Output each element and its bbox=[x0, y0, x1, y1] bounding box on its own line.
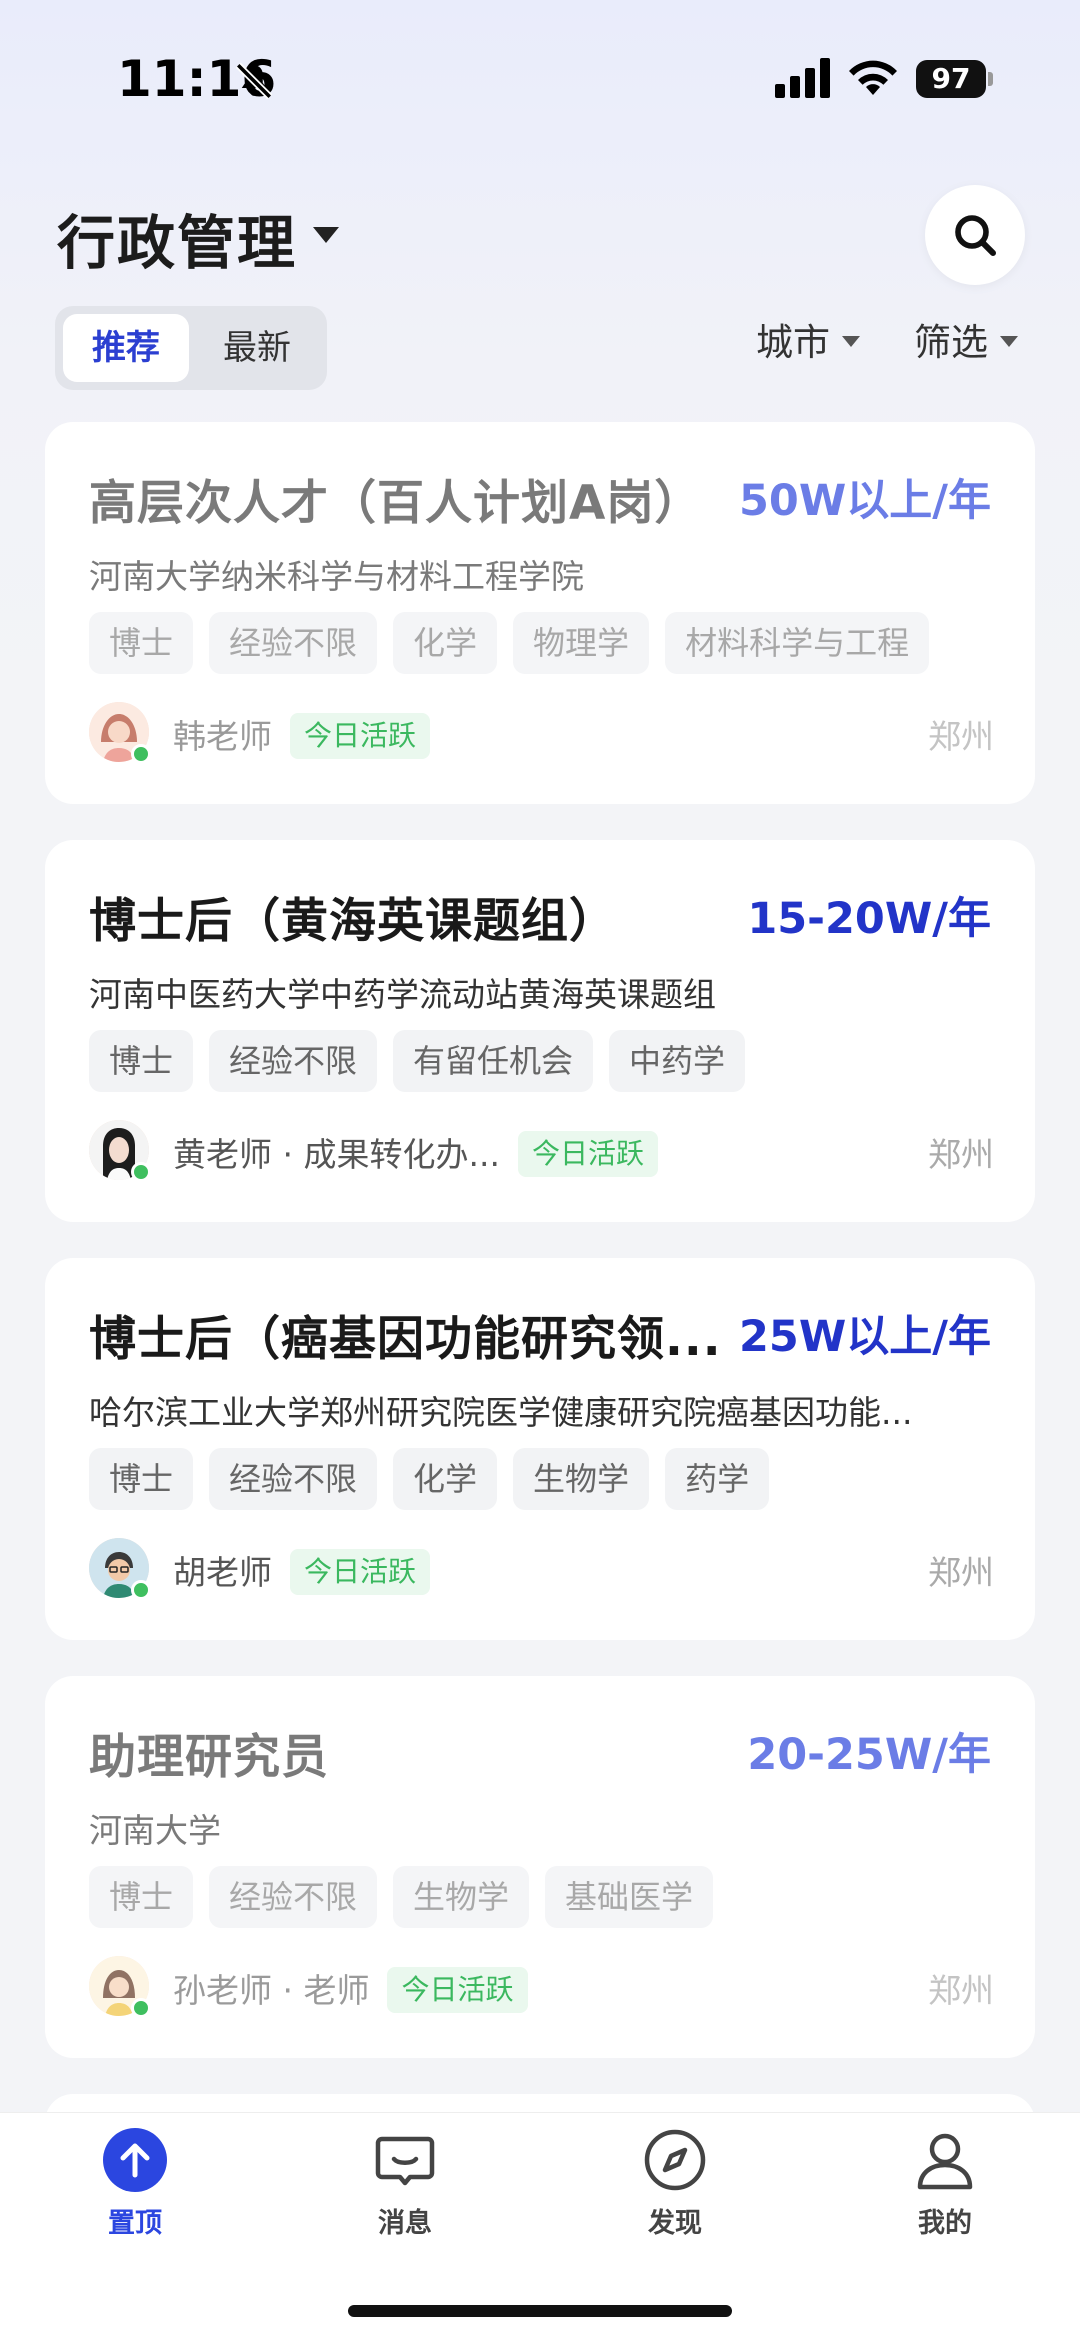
screen-filter-label: 筛选 bbox=[914, 321, 988, 364]
recruiter-name: 孙老师 · 老师 今日活跃 bbox=[173, 1964, 528, 2016]
recruiter-name: 胡老师 今日活跃 bbox=[173, 1546, 431, 1598]
job-footer: 孙老师 · 老师 今日活跃 郑州 bbox=[89, 1956, 994, 2020]
search-icon bbox=[955, 215, 996, 256]
recruiter-label: 胡老师 bbox=[173, 1553, 272, 1592]
online-dot bbox=[131, 744, 151, 764]
job-tag: 经验不限 bbox=[209, 612, 378, 674]
job-org: 河南中医药大学中药学流动站黄海英课题组 bbox=[89, 975, 716, 1014]
job-title: 助理研究员 bbox=[89, 1730, 329, 1785]
active-today-badge: 今日活跃 bbox=[517, 1130, 658, 1177]
job-tag: 生物学 bbox=[513, 1448, 650, 1510]
status-bar: 11:16 97 bbox=[0, 0, 1080, 150]
search-button[interactable] bbox=[925, 185, 1025, 285]
job-city: 郑州 bbox=[928, 1553, 994, 1592]
job-tag: 博士 bbox=[89, 612, 194, 674]
compass-icon bbox=[644, 2129, 706, 2191]
job-tag: 药学 bbox=[665, 1448, 770, 1510]
tab-top-label: 置顶 bbox=[108, 2208, 162, 2239]
job-tag: 化学 bbox=[393, 1448, 498, 1510]
wifi-icon bbox=[849, 60, 897, 95]
tab-mine-label: 我的 bbox=[918, 2208, 972, 2239]
job-title: 博士后（癌基因功能研究领... bbox=[89, 1312, 722, 1367]
battery-icon: 97 bbox=[916, 60, 986, 98]
job-tags: 博士 经验不限 有留任机会 中药学 bbox=[89, 1030, 746, 1092]
job-card[interactable]: 高层次人才（百人计划A岗） 50W以上/年 河南大学纳米科学与材料工程学院 博士… bbox=[45, 422, 1035, 804]
tab-messages-label: 消息 bbox=[378, 2208, 432, 2239]
signal-icon bbox=[775, 58, 830, 98]
job-tag: 经验不限 bbox=[209, 1448, 378, 1510]
job-tag: 化学 bbox=[393, 612, 498, 674]
job-card[interactable]: 博士后（癌基因功能研究领... 25W以上/年 哈尔滨工业大学郑州研究院医学健康… bbox=[45, 1258, 1035, 1640]
job-list: 高层次人才（百人计划A岗） 50W以上/年 河南大学纳米科学与材料工程学院 博士… bbox=[45, 422, 1035, 2094]
recruiter-name: 韩老师 今日活跃 bbox=[173, 710, 431, 762]
caret-down-icon bbox=[1000, 336, 1018, 347]
tab-messages[interactable]: 消息 bbox=[315, 2127, 495, 2240]
job-salary: 25W以上/年 bbox=[739, 1312, 991, 1362]
job-title: 博士后（黄海英课题组） bbox=[89, 894, 617, 949]
job-footer: 黄老师 · 成果转化办... 今日活跃 郑州 bbox=[89, 1120, 994, 1184]
city-filter-label: 城市 bbox=[756, 321, 830, 364]
job-tag: 中药学 bbox=[609, 1030, 746, 1092]
app-screen: 11:16 97 行政管理 推荐 最新 城市 筛选 高层次人才（百人计划A岗） … bbox=[0, 0, 1080, 2341]
job-tag: 博士 bbox=[89, 1866, 194, 1928]
active-today-badge: 今日活跃 bbox=[387, 1966, 528, 2013]
job-salary: 15-20W/年 bbox=[747, 894, 991, 944]
job-tag: 生物学 bbox=[393, 1866, 530, 1928]
tab-discover-label: 发现 bbox=[648, 2208, 702, 2239]
online-dot bbox=[131, 1998, 151, 2018]
tab-recommend[interactable]: 推荐 bbox=[63, 314, 189, 382]
job-title: 高层次人才（百人计划A岗） bbox=[89, 476, 703, 531]
job-card[interactable]: 助理研究员 20-25W/年 河南大学 博士 经验不限 生物学 基础医学 孙老师… bbox=[45, 1676, 1035, 2058]
online-dot bbox=[131, 1580, 151, 1600]
recruiter-label: 孙老师 · 老师 bbox=[173, 1971, 370, 2010]
job-city: 郑州 bbox=[928, 1135, 994, 1174]
job-tag: 物理学 bbox=[513, 612, 650, 674]
bell-muted-icon bbox=[235, 62, 273, 100]
city-filter[interactable]: 城市 bbox=[756, 318, 860, 368]
job-tag: 经验不限 bbox=[209, 1030, 378, 1092]
job-tag: 材料科学与工程 bbox=[665, 612, 930, 674]
job-tag: 经验不限 bbox=[209, 1866, 378, 1928]
job-card[interactable]: 博士后（黄海英课题组） 15-20W/年 河南中医药大学中药学流动站黄海英课题组… bbox=[45, 840, 1035, 1222]
recruiter-name: 黄老师 · 成果转化办... 今日活跃 bbox=[173, 1128, 658, 1180]
online-dot bbox=[131, 1162, 151, 1182]
tab-discover[interactable]: 发现 bbox=[585, 2127, 765, 2240]
job-city: 郑州 bbox=[928, 1971, 994, 2010]
job-tags: 博士 经验不限 化学 生物学 药学 bbox=[89, 1448, 770, 1510]
recruiter-label: 韩老师 bbox=[173, 717, 272, 756]
home-indicator[interactable] bbox=[348, 2305, 732, 2317]
job-footer: 韩老师 今日活跃 郑州 bbox=[89, 702, 994, 766]
job-tag: 基础医学 bbox=[545, 1866, 714, 1928]
recruiter-label: 黄老师 · 成果转化办... bbox=[173, 1135, 500, 1174]
sort-segmented-control: 推荐 最新 bbox=[55, 306, 327, 390]
screen-filter[interactable]: 筛选 bbox=[914, 318, 1018, 368]
tab-mine[interactable]: 我的 bbox=[855, 2127, 1035, 2240]
arrow-up-circle-icon bbox=[103, 2128, 167, 2192]
job-tags: 博士 经验不限 化学 物理学 材料科学与工程 bbox=[89, 612, 930, 674]
battery-tip bbox=[988, 72, 993, 86]
active-today-badge: 今日活跃 bbox=[290, 712, 431, 759]
job-salary: 20-25W/年 bbox=[747, 1730, 991, 1780]
tab-top[interactable]: 置顶 bbox=[45, 2127, 225, 2240]
caret-down-icon[interactable] bbox=[312, 226, 340, 244]
job-salary: 50W以上/年 bbox=[739, 476, 991, 526]
job-tags: 博士 经验不限 生物学 基础医学 bbox=[89, 1866, 714, 1928]
page-title[interactable]: 行政管理 bbox=[57, 196, 297, 280]
job-org: 哈尔滨工业大学郑州研究院医学健康研究院癌基因功能... bbox=[89, 1393, 913, 1432]
job-city: 郑州 bbox=[928, 717, 994, 756]
job-tag: 有留任机会 bbox=[393, 1030, 594, 1092]
caret-down-icon bbox=[842, 336, 860, 347]
active-today-badge: 今日活跃 bbox=[290, 1548, 431, 1595]
user-icon bbox=[917, 2133, 973, 2190]
message-icon bbox=[375, 2136, 435, 2186]
job-tag: 博士 bbox=[89, 1448, 194, 1510]
job-tag: 博士 bbox=[89, 1030, 194, 1092]
tab-latest[interactable]: 最新 bbox=[195, 314, 319, 382]
job-org: 河南大学 bbox=[89, 1811, 221, 1850]
job-footer: 胡老师 今日活跃 郑州 bbox=[89, 1538, 994, 1602]
job-org: 河南大学纳米科学与材料工程学院 bbox=[89, 557, 584, 596]
